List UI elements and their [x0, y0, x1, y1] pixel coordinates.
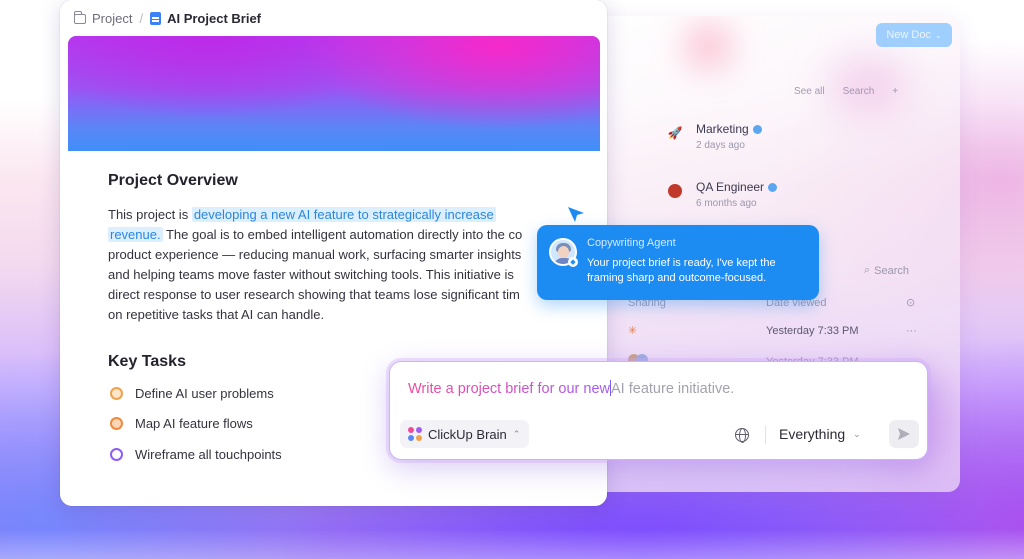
list-item-name: QA Engineer: [696, 180, 778, 194]
folder-icon: [73, 10, 86, 24]
task-item[interactable]: Define AI user problems: [110, 386, 274, 401]
new-doc-button[interactable]: New Doc ⌄: [876, 23, 952, 47]
task-label: Wireframe all touchpoints: [135, 447, 282, 462]
scope-selector[interactable]: Everything ⌄: [779, 426, 861, 442]
paragraph-line: direct response to user research showing…: [108, 287, 520, 302]
settings-icon[interactable]: ⊙: [906, 296, 915, 309]
highlighted-text[interactable]: developing a new AI feature to strategic…: [191, 207, 496, 222]
verified-icon: [768, 182, 778, 192]
task-status-icon[interactable]: [110, 387, 123, 400]
row-date: Yesterday 7:33 PM: [766, 324, 859, 337]
list-item-name: Marketing: [696, 122, 762, 136]
breadcrumb-current[interactable]: AI Project Brief: [167, 11, 261, 26]
list-item[interactable]: QA Engineer 6 months ago: [666, 180, 778, 209]
qa-icon: [668, 184, 682, 198]
highlighted-text[interactable]: revenue.: [108, 227, 163, 242]
more-icon[interactable]: ···: [906, 325, 917, 337]
document-content[interactable]: Project Overview This project is develop…: [108, 172, 588, 325]
sparkle-icon: ✳: [628, 325, 638, 337]
breadcrumb: Project / AI Project Brief: [73, 10, 261, 26]
overview-paragraph[interactable]: This project is developing a new AI feat…: [108, 205, 588, 325]
prompt-ghost-text: AI feature initiative.: [611, 381, 735, 397]
toolbar-search[interactable]: Search: [843, 86, 875, 97]
key-tasks-heading: Key Tasks: [108, 353, 186, 370]
background-search[interactable]: ⌕ Search: [864, 264, 909, 277]
table-row[interactable]: ✳ Yesterday 7:33 PM ···: [628, 324, 928, 338]
cursor-arrow-icon: [568, 207, 584, 222]
rocket-icon: 🚀: [667, 126, 683, 140]
send-icon: [898, 428, 910, 440]
background-search-label: Search: [874, 264, 910, 277]
prompt-box[interactable]: Write a project brief for our newAI feat…: [389, 361, 928, 460]
document-icon: [150, 12, 162, 25]
list-item[interactable]: 🚀 Marketing 2 days ago: [666, 122, 762, 151]
bottom-fade: [0, 529, 1024, 559]
task-status-icon[interactable]: [110, 448, 123, 461]
text-segment: This project is: [108, 207, 192, 222]
paragraph-line: product experience — reducing manual wor…: [108, 247, 522, 262]
paragraph-line: revenue. The goal is to embed intelligen…: [108, 225, 588, 245]
paragraph-line: and helping teams move faster without sw…: [108, 267, 514, 282]
agent-name: Copywriting Agent: [587, 237, 676, 249]
chevron-down-icon: ⌄: [853, 428, 861, 439]
list-item-time: 2 days ago: [696, 140, 745, 151]
task-item[interactable]: Map AI feature flows: [110, 416, 253, 431]
prompt-typed-text: Write a project brief for our new: [408, 381, 611, 397]
search-icon: ⌕: [864, 264, 871, 276]
breadcrumb-parent[interactable]: Project: [92, 11, 132, 26]
cover-image: [68, 36, 600, 151]
verified-icon: [752, 124, 762, 134]
globe-icon[interactable]: [735, 428, 749, 443]
agent-message: Your project brief is ready, I've kept t…: [587, 257, 776, 284]
send-button[interactable]: [889, 420, 919, 448]
brain-icon: [408, 427, 422, 441]
agent-notification[interactable]: ◆ Copywriting Agent Your project brief i…: [537, 225, 819, 300]
agent-badge-icon: ◆: [568, 257, 578, 267]
chevron-up-icon: ⌃: [512, 428, 521, 439]
breadcrumb-separator: /: [139, 11, 144, 26]
task-label: Define AI user problems: [135, 386, 274, 401]
divider: [765, 426, 766, 444]
paragraph-line: This project is developing a new AI feat…: [108, 205, 588, 225]
list-item-time: 6 months ago: [696, 198, 757, 209]
task-status-icon[interactable]: [110, 417, 123, 430]
text-segment: The goal is to embed intelligent automat…: [162, 227, 523, 242]
prompt-input[interactable]: Write a project brief for our newAI feat…: [408, 380, 734, 397]
decor-blob: [688, 26, 728, 66]
overview-heading: Project Overview: [108, 172, 238, 189]
see-all-link[interactable]: See all: [794, 86, 825, 97]
task-item[interactable]: Wireframe all touchpoints: [110, 447, 282, 462]
scope-label: Everything: [779, 426, 846, 442]
background-toolbar: See all Search +: [794, 86, 898, 97]
task-label: Map AI feature flows: [135, 416, 253, 431]
plus-icon[interactable]: +: [892, 86, 898, 97]
paragraph-line: on repetitive tasks that AI can handle.: [108, 307, 325, 322]
assistant-label: ClickUp Brain: [428, 426, 507, 442]
assistant-selector-button[interactable]: ClickUp Brain ⌃: [400, 420, 530, 448]
new-doc-label: New Doc: [886, 29, 931, 41]
chevron-down-icon: ⌄: [934, 30, 942, 40]
